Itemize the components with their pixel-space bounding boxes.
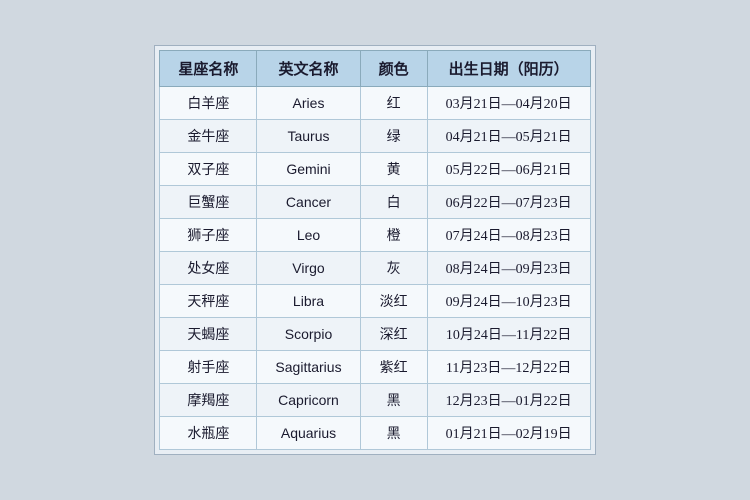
cell-english-name: Cancer (257, 186, 360, 219)
cell-chinese-name: 摩羯座 (160, 384, 257, 417)
cell-english-name: Sagittarius (257, 351, 360, 384)
cell-english-name: Virgo (257, 252, 360, 285)
cell-chinese-name: 巨蟹座 (160, 186, 257, 219)
cell-english-name: Aries (257, 87, 360, 120)
cell-date: 03月21日—04月20日 (427, 87, 590, 120)
header-chinese-name: 星座名称 (160, 51, 257, 87)
cell-color: 黑 (360, 384, 427, 417)
cell-english-name: Taurus (257, 120, 360, 153)
cell-english-name: Scorpio (257, 318, 360, 351)
cell-color: 深红 (360, 318, 427, 351)
table-row: 金牛座Taurus绿04月21日—05月21日 (160, 120, 590, 153)
cell-date: 11月23日—12月22日 (427, 351, 590, 384)
cell-english-name: Leo (257, 219, 360, 252)
cell-color: 黑 (360, 417, 427, 450)
cell-date: 01月21日—02月19日 (427, 417, 590, 450)
header-color: 颜色 (360, 51, 427, 87)
table-row: 白羊座Aries红03月21日—04月20日 (160, 87, 590, 120)
cell-chinese-name: 金牛座 (160, 120, 257, 153)
cell-color: 红 (360, 87, 427, 120)
cell-chinese-name: 水瓶座 (160, 417, 257, 450)
cell-color: 黄 (360, 153, 427, 186)
cell-chinese-name: 双子座 (160, 153, 257, 186)
cell-date: 10月24日—11月22日 (427, 318, 590, 351)
cell-english-name: Libra (257, 285, 360, 318)
cell-color: 绿 (360, 120, 427, 153)
cell-chinese-name: 狮子座 (160, 219, 257, 252)
cell-english-name: Capricorn (257, 384, 360, 417)
table-row: 射手座Sagittarius紫红11月23日—12月22日 (160, 351, 590, 384)
cell-color: 灰 (360, 252, 427, 285)
zodiac-table-container: 星座名称 英文名称 颜色 出生日期（阳历） 白羊座Aries红03月21日—04… (154, 45, 595, 455)
table-row: 双子座Gemini黄05月22日—06月21日 (160, 153, 590, 186)
cell-date: 07月24日—08月23日 (427, 219, 590, 252)
cell-chinese-name: 天蝎座 (160, 318, 257, 351)
table-row: 巨蟹座Cancer白06月22日—07月23日 (160, 186, 590, 219)
table-row: 摩羯座Capricorn黑12月23日—01月22日 (160, 384, 590, 417)
cell-color: 淡红 (360, 285, 427, 318)
cell-english-name: Gemini (257, 153, 360, 186)
cell-date: 12月23日—01月22日 (427, 384, 590, 417)
cell-color: 白 (360, 186, 427, 219)
cell-date: 08月24日—09月23日 (427, 252, 590, 285)
header-english-name: 英文名称 (257, 51, 360, 87)
cell-english-name: Aquarius (257, 417, 360, 450)
table-header-row: 星座名称 英文名称 颜色 出生日期（阳历） (160, 51, 590, 87)
cell-chinese-name: 处女座 (160, 252, 257, 285)
cell-color: 紫红 (360, 351, 427, 384)
cell-chinese-name: 白羊座 (160, 87, 257, 120)
cell-chinese-name: 天秤座 (160, 285, 257, 318)
table-row: 处女座Virgo灰08月24日—09月23日 (160, 252, 590, 285)
table-row: 天蝎座Scorpio深红10月24日—11月22日 (160, 318, 590, 351)
cell-date: 05月22日—06月21日 (427, 153, 590, 186)
cell-date: 04月21日—05月21日 (427, 120, 590, 153)
cell-color: 橙 (360, 219, 427, 252)
table-row: 天秤座Libra淡红09月24日—10月23日 (160, 285, 590, 318)
cell-date: 09月24日—10月23日 (427, 285, 590, 318)
table-row: 水瓶座Aquarius黑01月21日—02月19日 (160, 417, 590, 450)
cell-date: 06月22日—07月23日 (427, 186, 590, 219)
header-date: 出生日期（阳历） (427, 51, 590, 87)
cell-chinese-name: 射手座 (160, 351, 257, 384)
zodiac-table: 星座名称 英文名称 颜色 出生日期（阳历） 白羊座Aries红03月21日—04… (159, 50, 590, 450)
table-row: 狮子座Leo橙07月24日—08月23日 (160, 219, 590, 252)
